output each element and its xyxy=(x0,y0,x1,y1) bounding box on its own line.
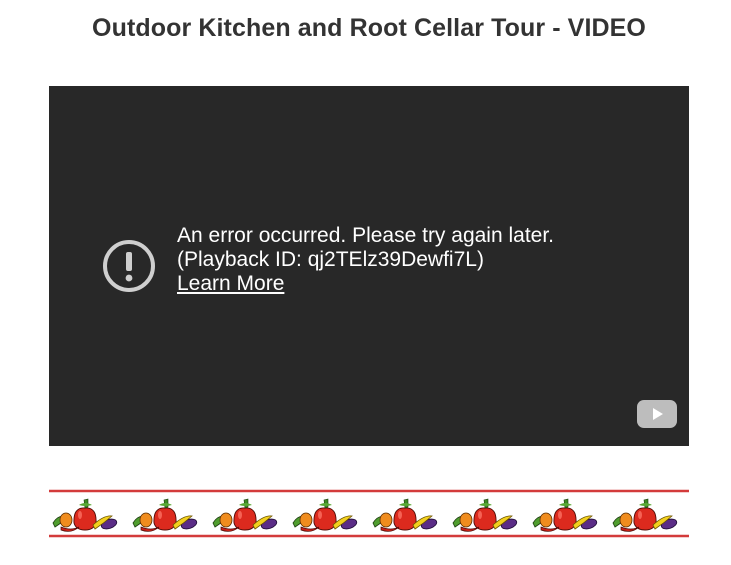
pepper-cluster xyxy=(372,498,438,532)
error-message-block: An error occurred. Please try again late… xyxy=(177,224,554,296)
exclamation-circle-icon xyxy=(103,240,155,292)
pepper-cluster xyxy=(452,498,518,532)
pepper-cluster xyxy=(132,498,198,532)
pepper-cluster xyxy=(212,498,278,532)
pepper-cluster xyxy=(532,498,598,532)
pepper-cluster xyxy=(612,498,678,532)
playback-id: (Playback ID: qj2TElz39Dewfi7L) xyxy=(177,248,484,271)
learn-more-link[interactable]: Learn More xyxy=(177,272,284,296)
youtube-logo-icon[interactable] xyxy=(637,400,677,428)
page-title: Outdoor Kitchen and Root Cellar Tour - V… xyxy=(92,14,646,42)
pepper-cluster xyxy=(292,498,358,532)
pepper-border-decoration xyxy=(49,489,689,538)
error-message: An error occurred. Please try again late… xyxy=(177,224,555,247)
pepper-cluster xyxy=(52,498,118,532)
video-player[interactable]: An error occurred. Please try again late… xyxy=(49,86,689,446)
